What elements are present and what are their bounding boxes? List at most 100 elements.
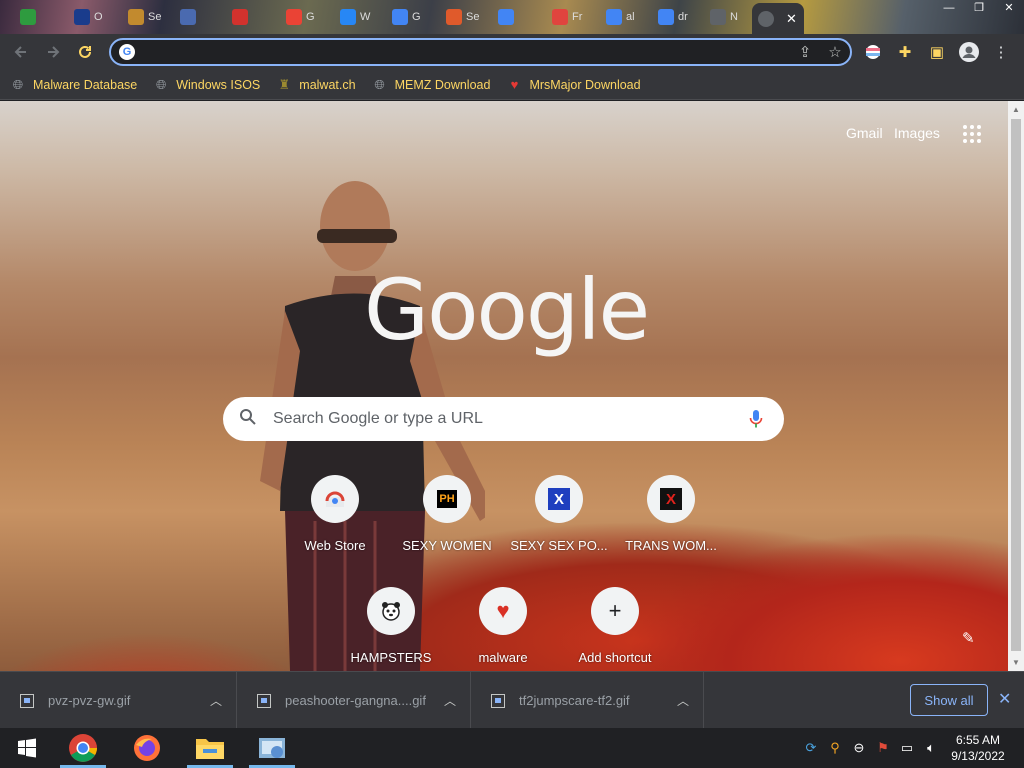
opera-icon	[232, 9, 248, 25]
malwatch-icon: ♜	[278, 76, 291, 92]
close-shelf-icon[interactable]: ✕	[998, 689, 1011, 709]
bookmark-label: MEMZ Download	[394, 77, 491, 92]
scroll-thumb[interactable]	[1011, 119, 1021, 651]
maximize-button[interactable]: ❐	[964, 0, 994, 18]
chrome-icon	[758, 10, 774, 27]
page-scrollbar[interactable]: ▲ ▼	[1008, 101, 1024, 671]
network-status-icon[interactable]: ⟳	[802, 739, 820, 757]
taskbar-control-panel[interactable]	[245, 728, 299, 768]
tab-title: N	[730, 11, 738, 23]
tab-active[interactable]: ✕	[752, 3, 804, 34]
gmail-icon	[286, 9, 302, 25]
address-input[interactable]	[143, 44, 790, 60]
ov-icon	[74, 9, 90, 25]
minimize-button[interactable]: —	[934, 0, 964, 18]
ph-icon: PH	[423, 475, 471, 523]
show-all-button[interactable]: Show all	[910, 684, 988, 716]
minus-circle-icon[interactable]: ⊖	[850, 739, 868, 757]
microphone-icon[interactable]	[728, 409, 784, 429]
tab-title: Se	[148, 11, 162, 23]
scroll-down-icon[interactable]: ▼	[1012, 658, 1020, 667]
address-bar[interactable]: G ⇪ ☆	[109, 38, 852, 66]
images-link[interactable]: Images	[894, 125, 940, 141]
browser-tab[interactable]: G	[386, 5, 426, 29]
flag-icon[interactable]: ⚑	[874, 739, 892, 757]
download-filename: tf2jumpscare-tf2.gif	[519, 693, 630, 708]
browser-tab[interactable]	[174, 5, 214, 29]
bookmark-label: MrsMajor Download	[529, 77, 641, 92]
browser-tab[interactable]: N	[704, 5, 744, 29]
display-icon[interactable]: ▭	[898, 739, 916, 757]
start-button[interactable]	[0, 728, 54, 768]
globe-icon: 🌐︎	[374, 76, 385, 92]
search-box[interactable]	[223, 397, 784, 441]
toolbar-extensions: ✚ ▣ ⋮	[860, 38, 1014, 66]
chevron-up-icon[interactable]: ︿	[677, 692, 689, 709]
tab-title: Se	[466, 11, 480, 23]
share-icon[interactable]: ⇪	[790, 43, 820, 61]
shortcut-malware[interactable]: ♥ malware	[447, 587, 559, 671]
back-button[interactable]	[5, 36, 37, 68]
bookmark-malwatch[interactable]: ♜ malwat.ch	[276, 77, 355, 93]
image-file-icon	[257, 693, 271, 708]
bookmark-memz-download[interactable]: 🌐︎ MEMZ Download	[372, 76, 491, 93]
chevron-up-icon[interactable]: ︿	[210, 692, 222, 709]
firefox-icon	[134, 735, 160, 761]
browser-tab[interactable]: O	[68, 5, 108, 29]
close-window-button[interactable]: ✕	[994, 0, 1024, 18]
tab-close-icon[interactable]: ✕	[786, 11, 797, 27]
volume-icon[interactable]: 🔈︎	[922, 739, 940, 757]
download-item[interactable]: peashooter-gangna....gif ︿	[237, 672, 471, 729]
scroll-up-icon[interactable]: ▲	[1012, 105, 1020, 114]
browser-tab[interactable]: Fr	[546, 5, 586, 29]
download-shelf: pvz-pvz-gw.gif ︿ peashooter-gangna....gi…	[0, 671, 1024, 729]
reload-button[interactable]	[69, 36, 101, 68]
forward-button[interactable]	[37, 36, 69, 68]
search-input[interactable]	[273, 410, 728, 428]
shortcut-add[interactable]: + Add shortcut	[559, 587, 671, 671]
shortcut-web-store[interactable]: Web Store	[279, 475, 391, 575]
google-apps-grid-icon[interactable]	[963, 125, 981, 143]
taskbar-chrome[interactable]	[56, 728, 110, 768]
bookmark-star-icon[interactable]: ☆	[820, 43, 850, 61]
taskbar-clock[interactable]: 6:55 AM 9/13/2022	[948, 732, 1008, 764]
download-item[interactable]: pvz-pvz-gw.gif ︿	[0, 672, 237, 729]
gmail-link[interactable]: Gmail	[846, 125, 883, 141]
browser-tab[interactable]	[226, 5, 266, 29]
chrome-webstore-icon	[311, 475, 359, 523]
heart-icon: ♥	[510, 77, 519, 92]
browser-tab[interactable]: G	[280, 5, 320, 29]
browser-tab[interactable]: Se	[122, 5, 162, 29]
shortcut-trans-wom[interactable]: X TRANS WOM...	[615, 475, 727, 575]
shortcut-hampsters[interactable]: HAMPSTERS	[335, 587, 447, 671]
profile-flag-icon[interactable]	[860, 39, 886, 65]
bookmark-windows-isos[interactable]: 🌐︎ Windows ISOS	[153, 77, 260, 93]
browser-tab[interactable]: Se	[440, 5, 480, 29]
folder-icon	[196, 739, 224, 759]
tab-title: W	[360, 11, 371, 23]
browser-tab[interactable]: al	[600, 5, 640, 29]
browser-tab[interactable]	[492, 5, 532, 29]
bookmark-malware-database[interactable]: 🌐︎ Malware Database	[10, 77, 137, 93]
customize-pencil-icon[interactable]: ✎	[962, 629, 975, 647]
browser-tab[interactable]: W	[334, 5, 374, 29]
bookmark-mrsmajor-download[interactable]: ♥ MrsMajor Download	[506, 77, 641, 93]
download-item[interactable]: tf2jumpscare-tf2.gif ︿	[471, 672, 704, 729]
chevron-up-icon[interactable]: ︿	[444, 692, 456, 709]
shortcut-sexy-sex-po[interactable]: X SEXY SEX PO...	[503, 475, 615, 575]
profile-avatar-icon[interactable]	[956, 39, 982, 65]
shortcut-sexy-women[interactable]: PH SEXY WOMEN	[391, 475, 503, 575]
browser-tab[interactable]: dr	[652, 5, 692, 29]
globe-icon: 🌐︎	[156, 76, 167, 92]
menu-kebab-icon[interactable]: ⋮	[988, 39, 1014, 65]
side-panel-icon[interactable]: ▣	[924, 39, 950, 65]
emblem-icon	[128, 9, 144, 25]
search-icon[interactable]: ⚲	[826, 739, 844, 757]
windows-taskbar: ⟳ ⚲ ⊖ ⚑ ▭ 🔈︎ 6:55 AM 9/13/2022	[0, 728, 1024, 768]
shortcut-label: Add shortcut	[578, 650, 652, 665]
taskbar-file-explorer[interactable]	[183, 728, 237, 768]
taskbar-firefox[interactable]	[120, 728, 174, 768]
browser-tab[interactable]	[14, 5, 54, 29]
vk-icon	[340, 9, 356, 25]
extensions-puzzle-icon[interactable]: ✚	[892, 39, 918, 65]
